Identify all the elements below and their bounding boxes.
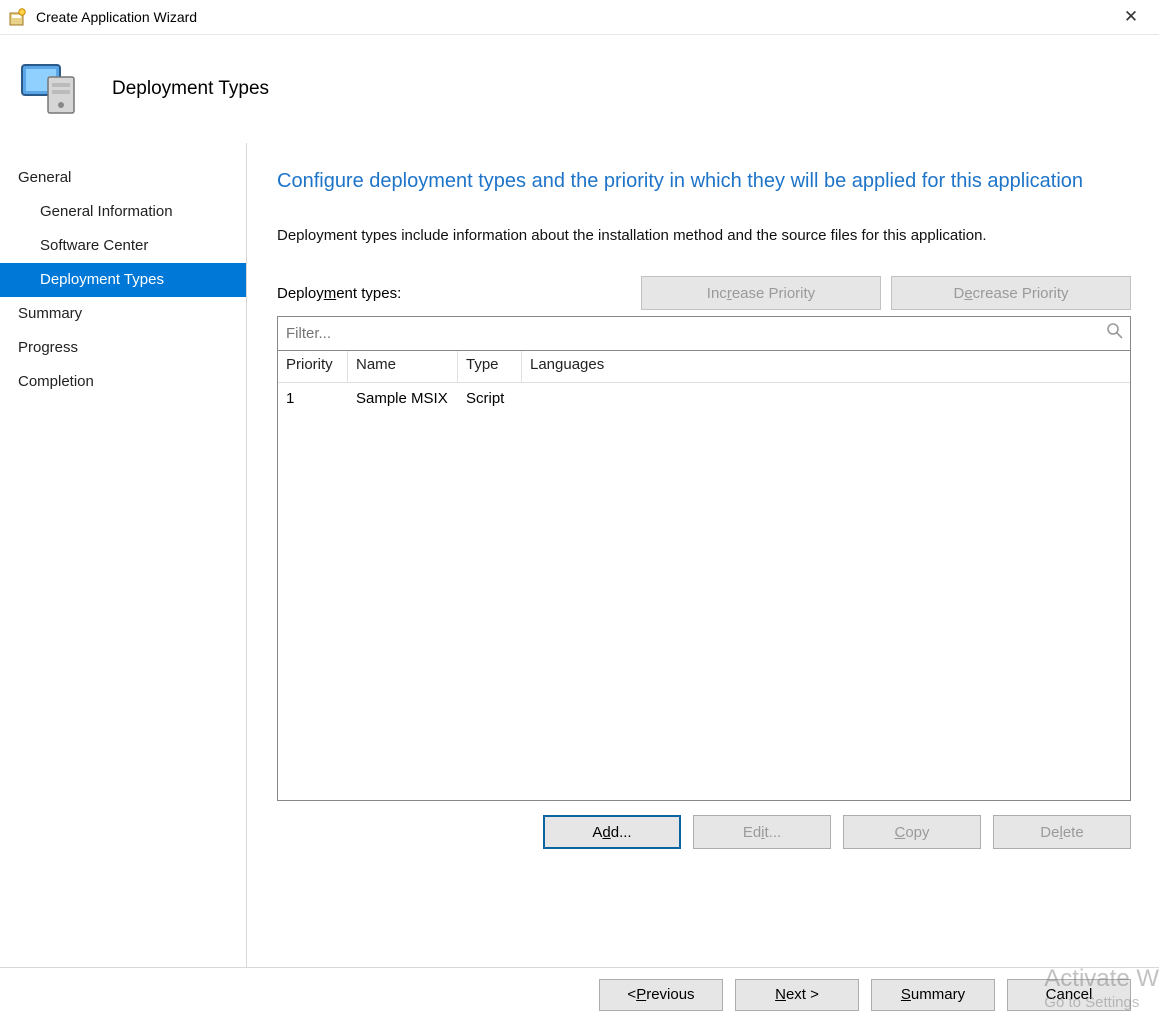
deployment-types-label: Deployment types: <box>277 285 631 302</box>
sidebar-item-software-center[interactable]: Software Center <box>0 229 246 263</box>
window-title: Create Application Wizard <box>36 9 1111 25</box>
sidebar-item-progress[interactable]: Progress <box>0 331 246 365</box>
grid-body: 1 Sample MSIX Script <box>278 383 1130 800</box>
wizard-sidebar: General General Information Software Cen… <box>0 143 247 967</box>
titlebar: Create Application Wizard ✕ <box>0 0 1159 35</box>
table-row[interactable]: 1 Sample MSIX Script <box>278 383 1130 413</box>
grid-action-buttons: Add... Edit... Copy Delete <box>277 815 1131 849</box>
summary-button[interactable]: Summary <box>871 979 995 1011</box>
next-button[interactable]: Next > <box>735 979 859 1011</box>
search-icon <box>1106 322 1124 345</box>
copy-button: Copy <box>843 815 981 849</box>
main-pane: Configure deployment types and the prior… <box>247 143 1159 967</box>
cell-type: Script <box>458 385 522 412</box>
filter-input[interactable] <box>284 324 1106 343</box>
cell-languages <box>522 393 1130 403</box>
cancel-button[interactable]: Cancel <box>1007 979 1131 1011</box>
decrease-priority-button: Decrease Priority <box>891 276 1131 310</box>
main-description: Deployment types include information abo… <box>277 227 1131 244</box>
computer-icon <box>20 57 84 121</box>
column-name[interactable]: Name <box>348 351 458 382</box>
cell-priority: 1 <box>278 385 348 412</box>
sidebar-item-deployment-types[interactable]: Deployment Types <box>0 263 246 297</box>
filter-box[interactable] <box>277 316 1131 351</box>
app-icon <box>8 7 28 27</box>
add-button[interactable]: Add... <box>543 815 681 849</box>
column-languages[interactable]: Languages <box>522 351 1130 382</box>
page-title: Deployment Types <box>112 78 269 100</box>
sidebar-item-general-information[interactable]: General Information <box>0 195 246 229</box>
sidebar-item-completion[interactable]: Completion <box>0 365 246 399</box>
column-type[interactable]: Type <box>458 351 522 382</box>
grid-header: Priority Name Type Languages <box>278 351 1130 383</box>
previous-button[interactable]: < Previous <box>599 979 723 1011</box>
cell-name: Sample MSIX <box>348 385 458 412</box>
delete-button: Delete <box>993 815 1131 849</box>
deployment-types-grid[interactable]: Priority Name Type Languages 1 Sample MS… <box>277 351 1131 801</box>
wizard-footer: < Previous Next > Summary Cancel <box>0 967 1159 1021</box>
sidebar-item-general[interactable]: General <box>0 161 246 195</box>
increase-priority-button: Increase Priority <box>641 276 881 310</box>
main-heading: Configure deployment types and the prior… <box>277 167 1117 195</box>
sidebar-item-summary[interactable]: Summary <box>0 297 246 331</box>
column-priority[interactable]: Priority <box>278 351 348 382</box>
close-button[interactable]: ✕ <box>1111 7 1151 27</box>
wizard-header: Deployment Types <box>0 35 1159 143</box>
edit-button: Edit... <box>693 815 831 849</box>
